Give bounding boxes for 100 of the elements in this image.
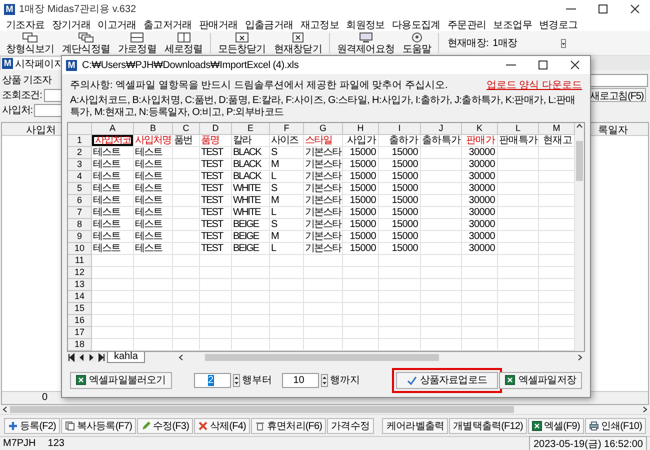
empty-cell[interactable] xyxy=(270,267,304,279)
empty-cell[interactable] xyxy=(134,303,173,315)
table-cell[interactable]: 테스트 xyxy=(134,159,173,171)
empty-cell[interactable] xyxy=(173,183,200,195)
empty-cell[interactable] xyxy=(200,279,232,291)
empty-cell[interactable] xyxy=(134,315,173,327)
scroll-right-icon[interactable] xyxy=(577,354,583,361)
toolbar-button[interactable]: 모든창닫기 xyxy=(214,32,269,54)
table-cell[interactable]: 테스트 xyxy=(92,159,134,171)
empty-cell[interactable] xyxy=(421,267,462,279)
empty-cell[interactable] xyxy=(173,195,200,207)
table-cell[interactable]: TEST xyxy=(200,231,232,243)
row-header[interactable]: 10 xyxy=(68,243,92,255)
empty-cell[interactable] xyxy=(498,339,539,351)
scrollbar-thumb[interactable] xyxy=(10,406,514,413)
empty-cell[interactable] xyxy=(379,327,421,339)
empty-cell[interactable] xyxy=(200,303,232,315)
action-button[interactable]: 복사등록(F7) xyxy=(60,418,136,434)
input-field[interactable] xyxy=(44,88,62,102)
last-sheet-icon[interactable] xyxy=(97,353,106,362)
empty-cell[interactable] xyxy=(462,291,498,303)
table-cell[interactable]: 30000 xyxy=(462,183,498,195)
close-icon[interactable] xyxy=(570,60,580,70)
empty-cell[interactable] xyxy=(232,291,270,303)
row-header[interactable]: 4 xyxy=(68,171,92,183)
row-header[interactable]: 1 xyxy=(68,135,92,147)
row-header[interactable]: 14 xyxy=(68,291,92,303)
table-cell[interactable]: 판매가 xyxy=(462,135,498,147)
empty-cell[interactable] xyxy=(343,279,379,291)
row-header[interactable]: 11 xyxy=(68,255,92,267)
first-sheet-icon[interactable] xyxy=(67,353,76,362)
empty-cell[interactable] xyxy=(232,279,270,291)
table-cell[interactable]: WHITE xyxy=(232,183,270,195)
empty-cell[interactable] xyxy=(134,339,173,351)
table-cell[interactable]: 테스트 xyxy=(92,183,134,195)
table-cell[interactable]: 15000 xyxy=(379,159,421,171)
empty-cell[interactable] xyxy=(304,303,343,315)
empty-cell[interactable] xyxy=(134,255,173,267)
table-cell[interactable]: 15000 xyxy=(379,171,421,183)
next-sheet-icon[interactable] xyxy=(87,353,96,362)
column-header[interactable]: L xyxy=(498,123,539,135)
empty-cell[interactable] xyxy=(200,291,232,303)
table-cell[interactable]: 품명 xyxy=(200,135,232,147)
menu-item[interactable]: 판매거래 xyxy=(198,18,238,32)
column-header[interactable]: G xyxy=(304,123,343,135)
table-cell[interactable]: TEST xyxy=(200,219,232,231)
empty-cell[interactable] xyxy=(173,255,200,267)
table-cell[interactable]: 기본스타 xyxy=(304,195,343,207)
table-cell[interactable]: TEST xyxy=(200,147,232,159)
empty-cell[interactable] xyxy=(173,339,200,351)
table-cell[interactable]: M xyxy=(270,195,304,207)
empty-cell[interactable] xyxy=(421,147,462,159)
empty-cell[interactable] xyxy=(270,279,304,291)
empty-cell[interactable] xyxy=(200,267,232,279)
download-link[interactable]: 업로드 양식 다운로드 xyxy=(486,78,582,92)
empty-cell[interactable] xyxy=(379,291,421,303)
empty-cell[interactable] xyxy=(421,207,462,219)
empty-cell[interactable] xyxy=(498,147,539,159)
empty-cell[interactable] xyxy=(270,327,304,339)
empty-cell[interactable] xyxy=(498,279,539,291)
table-cell[interactable]: 30000 xyxy=(462,159,498,171)
empty-cell[interactable] xyxy=(173,315,200,327)
empty-cell[interactable] xyxy=(379,255,421,267)
empty-cell[interactable] xyxy=(173,147,200,159)
empty-cell[interactable] xyxy=(421,315,462,327)
menu-item[interactable]: 다용도집계 xyxy=(392,18,440,32)
empty-cell[interactable] xyxy=(421,303,462,315)
empty-cell[interactable] xyxy=(421,183,462,195)
table-cell[interactable]: 15000 xyxy=(379,231,421,243)
empty-cell[interactable] xyxy=(200,255,232,267)
menu-item[interactable]: 재고정보 xyxy=(300,18,340,32)
table-cell[interactable]: 15000 xyxy=(343,195,379,207)
table-cell[interactable]: 15000 xyxy=(379,207,421,219)
menu-item[interactable]: 보조업무 xyxy=(493,18,532,32)
column-header[interactable]: E xyxy=(232,123,270,135)
empty-cell[interactable] xyxy=(498,159,539,171)
table-cell[interactable]: 15000 xyxy=(343,147,379,159)
table-cell[interactable]: 테스트 xyxy=(134,147,173,159)
row-header[interactable]: 5 xyxy=(68,183,92,195)
table-cell[interactable]: 칼라 xyxy=(232,135,270,147)
empty-cell[interactable] xyxy=(421,159,462,171)
empty-cell[interactable] xyxy=(343,339,379,351)
table-cell[interactable]: 기본스타 xyxy=(304,231,343,243)
table-cell[interactable]: 기본스타 xyxy=(304,159,343,171)
toolbar-button[interactable]: 원격제어요청 xyxy=(334,32,398,54)
row-header[interactable]: 16 xyxy=(68,315,92,327)
table-cell[interactable]: 15000 xyxy=(343,243,379,255)
table-cell[interactable]: 테스트 xyxy=(92,243,134,255)
action-button[interactable]: 개별택출력(F12) xyxy=(449,418,527,434)
empty-cell[interactable] xyxy=(200,327,232,339)
table-cell[interactable]: S xyxy=(270,147,304,159)
table-cell[interactable]: 테스트 xyxy=(92,147,134,159)
empty-cell[interactable] xyxy=(498,243,539,255)
scrollbar-thumb[interactable] xyxy=(576,141,583,181)
row-header[interactable]: 15 xyxy=(68,303,92,315)
refresh-button[interactable]: 새로고침(F5) xyxy=(588,88,646,102)
maximize-icon[interactable] xyxy=(538,60,548,70)
table-cell[interactable]: 15000 xyxy=(343,219,379,231)
table-cell[interactable]: M xyxy=(270,231,304,243)
empty-cell[interactable] xyxy=(498,171,539,183)
